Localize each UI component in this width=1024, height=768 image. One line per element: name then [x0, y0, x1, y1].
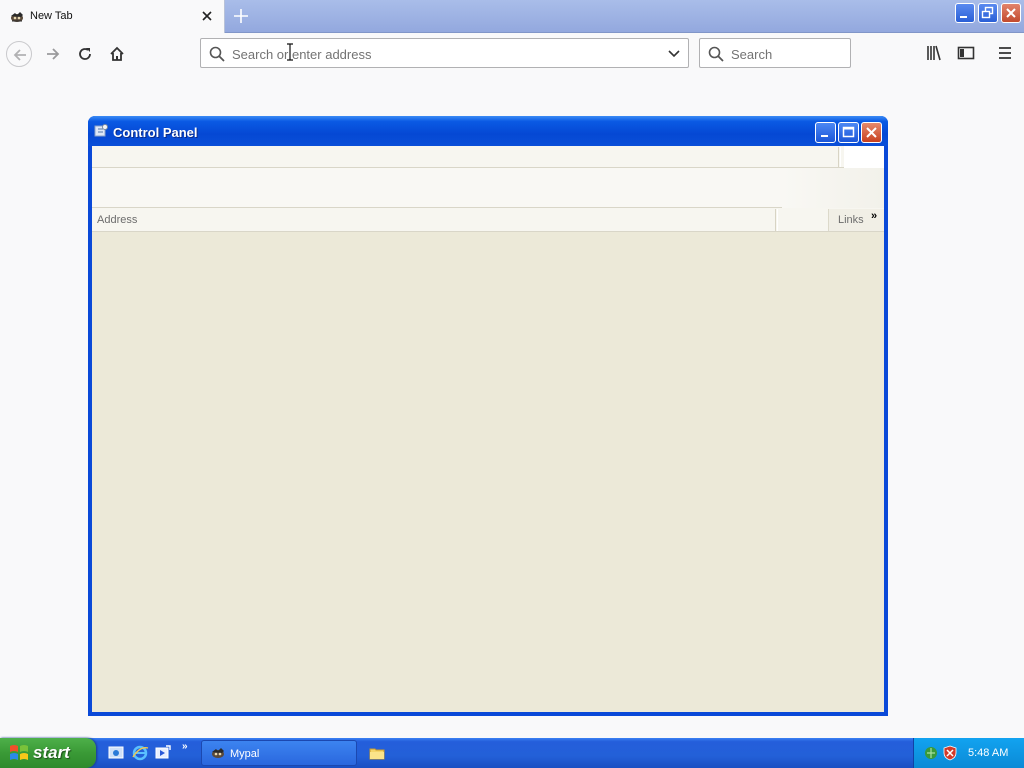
control-panel-icon — [94, 124, 108, 137]
text-cursor-icon — [287, 43, 293, 61]
folder-icon — [369, 748, 385, 760]
new-tab-icon[interactable] — [232, 7, 250, 25]
search-icon — [708, 46, 724, 62]
control-panel-content-area — [92, 232, 884, 712]
start-button[interactable]: start — [0, 738, 96, 768]
media-player-icon[interactable] — [154, 744, 172, 762]
reload-button[interactable] — [72, 41, 98, 67]
sidebar-icon[interactable] — [956, 43, 976, 63]
chevron-down-icon[interactable] — [667, 47, 681, 61]
links-label[interactable]: Links — [838, 214, 864, 226]
control-panel-window: Control Panel Address Links » — [88, 116, 888, 716]
browser-restore-button[interactable] — [978, 3, 998, 23]
minimize-icon — [960, 16, 967, 18]
close-tab-icon[interactable] — [199, 8, 215, 24]
network-icon[interactable] — [923, 745, 939, 761]
navigation-toolbar — [0, 33, 1024, 73]
home-button[interactable] — [104, 41, 130, 67]
window-title: Control Panel — [113, 125, 198, 140]
tab-strip: New Tab — [0, 0, 1024, 33]
window-close-button[interactable] — [861, 122, 882, 143]
system-tray: 5:48 AM — [913, 738, 1024, 768]
hamburger-menu-icon[interactable] — [995, 43, 1015, 63]
taskbar-item-label: Mypal — [230, 748, 260, 760]
home-icon — [110, 46, 124, 61]
browser-close-button[interactable] — [1001, 3, 1021, 23]
taskbar-item-folder[interactable] — [362, 740, 392, 766]
search-input[interactable] — [731, 45, 841, 63]
reload-icon — [79, 48, 91, 60]
tab-title: New Tab — [30, 10, 73, 22]
close-icon — [866, 127, 877, 138]
back-button[interactable] — [6, 41, 32, 67]
menu-bar[interactable] — [92, 146, 884, 168]
back-arrow-icon — [13, 49, 26, 61]
quicklaunch-overflow-chevron[interactable]: » — [182, 741, 188, 752]
taskbar-item-mypal[interactable]: Mypal — [201, 740, 357, 766]
restore-icon — [981, 6, 994, 19]
search-icon — [209, 46, 225, 62]
internet-explorer-icon[interactable] — [131, 744, 149, 762]
forward-arrow-icon — [47, 48, 60, 60]
search-bar[interactable] — [699, 38, 851, 68]
menu-bar-throbber-area — [844, 146, 884, 168]
forward-button[interactable] — [40, 41, 66, 67]
clock[interactable]: 5:48 AM — [968, 747, 1008, 759]
address-label: Address — [97, 214, 138, 226]
toolbar-separator — [775, 209, 778, 231]
maximize-icon — [842, 126, 855, 138]
address-input[interactable] — [232, 45, 652, 63]
standard-toolbar[interactable] — [92, 168, 884, 208]
window-maximize-button[interactable] — [838, 122, 859, 143]
taskbar: start » Mypal 5:48 AM — [0, 738, 1024, 768]
tab-new-tab[interactable]: New Tab — [0, 0, 225, 33]
windows-flag-icon — [10, 745, 28, 760]
mypal-icon — [212, 748, 224, 758]
control-panel-titlebar[interactable]: Control Panel — [88, 116, 888, 146]
start-label: start — [33, 743, 70, 762]
window-minimize-button[interactable] — [815, 122, 836, 143]
links-overflow-chevron[interactable]: » — [871, 210, 877, 222]
control-panel-body: Address Links » — [92, 146, 884, 712]
library-icon[interactable] — [924, 43, 944, 63]
address-toolbar: Address Links » — [92, 208, 884, 232]
quicklaunch-show-desktop-icon[interactable] — [107, 744, 125, 762]
toolbar-fade — [782, 168, 884, 208]
toolbar-separator — [838, 147, 841, 167]
address-bar[interactable] — [200, 38, 689, 68]
mypal-icon — [11, 12, 23, 22]
browser-minimize-button[interactable] — [955, 3, 975, 23]
minimize-icon — [821, 135, 828, 137]
close-icon — [1006, 8, 1016, 18]
security-shield-icon[interactable] — [942, 745, 958, 761]
